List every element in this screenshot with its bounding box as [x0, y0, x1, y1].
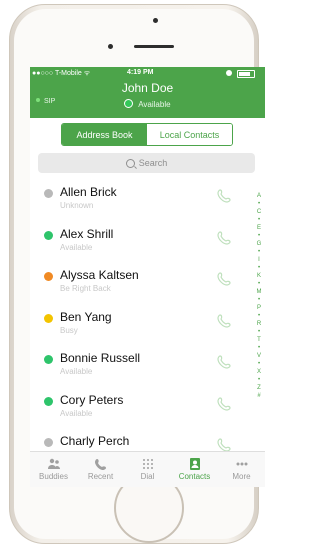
contact-name: Ben Yang: [60, 309, 112, 324]
contact-row[interactable]: Ben Yang Busy: [30, 306, 256, 348]
contact-name: Bonnie Russell: [60, 351, 141, 365]
contact-status: Available: [60, 408, 93, 418]
index-letter[interactable]: •: [254, 344, 264, 352]
contact-name: Alyssa Kaltsen: [60, 268, 139, 282]
presence-status-icon: [44, 355, 53, 364]
front-camera: [153, 18, 158, 23]
presence-status-icon: [44, 438, 53, 447]
battery-icon: [237, 70, 255, 78]
contact-row[interactable]: Alyssa Kaltsen Be Right Back: [30, 264, 256, 306]
index-letter[interactable]: I: [254, 256, 264, 264]
search-placeholder: Search: [138, 158, 168, 168]
contact-status: Available: [60, 242, 93, 252]
call-phone-icon[interactable]: [216, 354, 232, 370]
alphabet-index[interactable]: A • C • E • G • I • K • M • P • R • T • V • X • Z #: [254, 192, 264, 400]
tab-buddies[interactable]: Buddies: [30, 452, 77, 487]
carrier-text: ●●○○○ T-Mobile ᯤ: [32, 70, 91, 77]
presence-status[interactable]: Available: [30, 99, 265, 109]
index-letter[interactable]: •: [254, 312, 264, 320]
presence-status-icon: [44, 272, 53, 281]
clock-text: 4:19 PM: [127, 69, 154, 76]
index-letter[interactable]: V: [254, 352, 264, 360]
index-letter[interactable]: P: [254, 304, 264, 312]
proximity-sensor: [108, 44, 113, 49]
presence-status-icon: [44, 189, 53, 198]
index-letter[interactable]: •: [254, 296, 264, 304]
contacts-icon: [189, 458, 200, 470]
call-phone-icon[interactable]: [216, 188, 232, 204]
index-letter[interactable]: G: [254, 240, 264, 248]
call-phone-icon[interactable]: [216, 271, 232, 287]
earpiece-speaker: [134, 45, 174, 48]
page-title: John Doe: [121, 81, 174, 95]
search-input[interactable]: Search: [38, 153, 255, 173]
index-letter[interactable]: •: [254, 200, 264, 208]
contact-list: Allen Brick Unknown Alex Shrill Available Al…: [30, 181, 256, 452]
index-letter[interactable]: •: [254, 328, 264, 336]
available-status-icon: [124, 99, 134, 108]
presence-status-icon: [44, 313, 53, 323]
recent-phone-icon: [94, 459, 106, 470]
tab-address-book[interactable]: Address Book: [62, 124, 147, 145]
presence-label: Available: [138, 100, 171, 109]
index-letter[interactable]: •: [254, 376, 264, 384]
index-letter[interactable]: A: [254, 192, 264, 200]
contact-row[interactable]: Alex Shrill Available: [30, 223, 256, 265]
contact-status: Be Right Back: [60, 284, 111, 293]
index-letter[interactable]: •: [254, 264, 264, 272]
contact-name: Allen Brick: [60, 185, 117, 199]
tab-more[interactable]: More: [218, 452, 265, 487]
presence-status-icon: [44, 230, 53, 240]
contact-row[interactable]: Allen Brick Unknown: [30, 181, 256, 223]
call-phone-icon[interactable]: [216, 396, 232, 412]
index-letter[interactable]: •: [254, 280, 264, 288]
status-bar: ●●○○○ T-Mobile ᯤ 4:19 PM: [32, 69, 263, 80]
index-letter[interactable]: E: [254, 224, 264, 232]
index-letter[interactable]: •: [254, 216, 264, 224]
index-letter[interactable]: T: [254, 336, 264, 344]
search-icon: [125, 158, 135, 168]
index-letter[interactable]: Z: [254, 384, 264, 392]
index-letter[interactable]: K: [254, 272, 264, 280]
index-letter[interactable]: C: [254, 208, 264, 216]
index-letter[interactable]: #: [254, 392, 264, 400]
index-letter[interactable]: M: [254, 288, 264, 296]
index-letter[interactable]: •: [254, 360, 264, 368]
buddies-icon: [47, 458, 60, 469]
index-letter[interactable]: •: [254, 232, 264, 240]
contact-row[interactable]: Bonnie Russell Available: [30, 347, 256, 389]
bottom-tabbar: Buddies Recent Dial Contacts More: [30, 451, 265, 487]
source-tabs: Address Book Local Contacts: [61, 123, 233, 146]
app-header: ●●○○○ T-Mobile ᯤ 4:19 PM John Doe SIP Av…: [30, 67, 265, 118]
contact-name: Alex Shrill: [60, 226, 114, 241]
tab-contacts[interactable]: Contacts: [171, 452, 218, 487]
presence-status-icon: [44, 396, 53, 406]
index-letter[interactable]: •: [254, 248, 264, 256]
more-dots-icon: [236, 462, 247, 466]
contact-status: Available: [60, 367, 93, 376]
contact-status: Unknown: [60, 201, 94, 210]
contact-name: Cory Peters: [60, 392, 124, 407]
tab-local-contacts[interactable]: Local Contacts: [147, 124, 232, 145]
tab-recent[interactable]: Recent: [77, 452, 124, 487]
call-phone-icon[interactable]: [216, 230, 232, 246]
contact-status: Busy: [60, 325, 78, 335]
tab-dial[interactable]: Dial: [124, 452, 171, 487]
contact-row[interactable]: Cory Peters Available: [30, 389, 256, 431]
call-phone-icon[interactable]: [216, 313, 232, 329]
dialpad-icon: [142, 459, 153, 469]
alarm-icon: [226, 70, 232, 76]
index-letter[interactable]: R: [254, 320, 264, 328]
contact-name: Charly Perch: [60, 434, 130, 448]
index-letter[interactable]: X: [254, 368, 264, 376]
app-screen: ●●○○○ T-Mobile ᯤ 4:19 PM John Doe SIP Av…: [30, 67, 265, 487]
